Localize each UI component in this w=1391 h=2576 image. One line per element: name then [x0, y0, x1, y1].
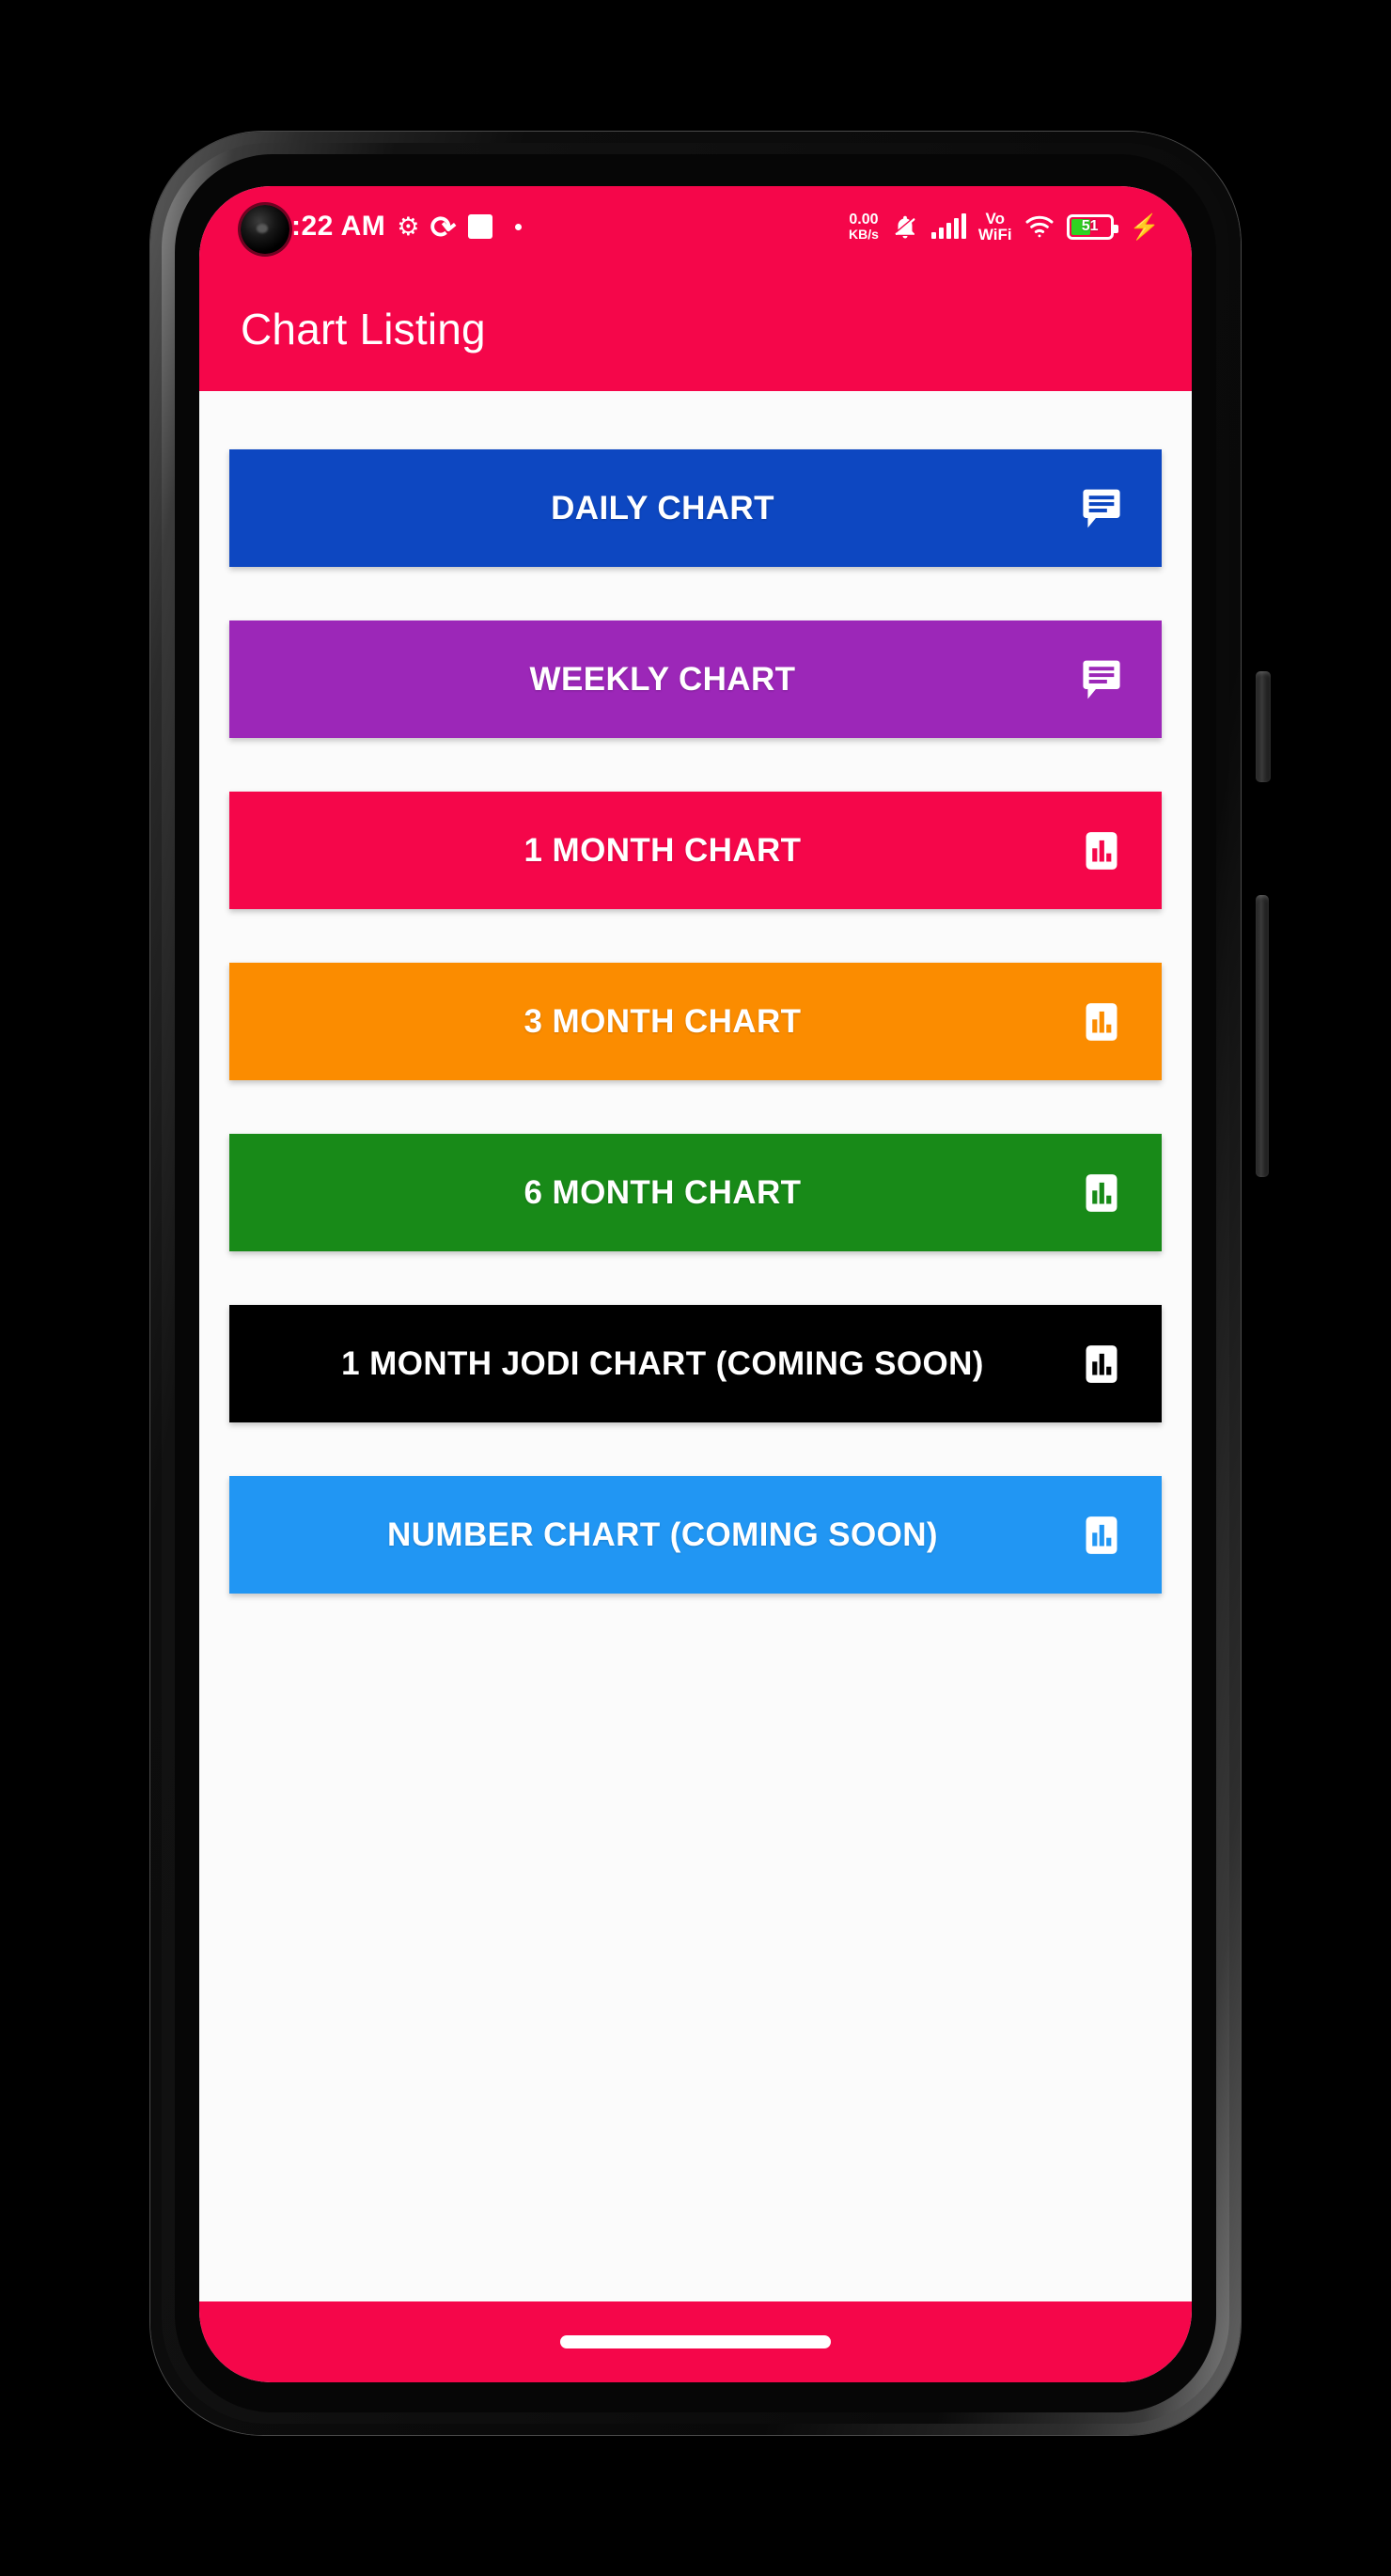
network-speed-value: 0.00 [849, 211, 879, 228]
screenshot-stage: :22 AM ⚙ ⟲ 0.00 KB/s Vo WiFi 51 ⚡ Chart … [0, 0, 1391, 2576]
gear-icon: ⚙ [397, 212, 420, 241]
status-bar-left: :22 AM ⚙ ⟲ [241, 208, 849, 245]
bar-chart-icon [1077, 1169, 1126, 1217]
status-bar: :22 AM ⚙ ⟲ 0.00 KB/s Vo WiFi 51 ⚡ [199, 186, 1192, 267]
signal-bars-icon [930, 213, 966, 239]
phone-screen: :22 AM ⚙ ⟲ 0.00 KB/s Vo WiFi 51 ⚡ Chart … [199, 186, 1192, 2382]
network-speed-indicator: 0.00 KB/s [848, 211, 879, 243]
chart-button-label: WEEKLY CHART [529, 660, 796, 698]
dot-icon [515, 223, 523, 230]
chat-message-icon [1077, 484, 1126, 533]
vowifi-line-1: Vo [985, 209, 1005, 228]
page-title: Chart Listing [241, 305, 486, 353]
wifi-icon [1024, 214, 1055, 239]
power-button[interactable] [1256, 895, 1269, 1177]
chart-button-1[interactable]: WEEKLY CHART [229, 620, 1162, 738]
status-bar-right: 0.00 KB/s Vo WiFi 51 ⚡ [848, 209, 1160, 243]
charging-bolt-icon: ⚡ [1129, 212, 1160, 241]
vowifi-line-2: WiFi [977, 226, 1012, 243]
network-speed-unit: KB/s [848, 227, 879, 243]
chart-button-label: 3 MONTH CHART [524, 1002, 802, 1040]
bar-chart-icon [1077, 826, 1126, 875]
chart-button-0[interactable]: DAILY CHART [229, 449, 1162, 567]
gesture-home-pill[interactable] [560, 2335, 831, 2348]
bar-chart-icon [1077, 1340, 1126, 1389]
bell-mute-icon [891, 212, 919, 241]
square-icon [468, 214, 493, 239]
chart-button-label: 6 MONTH CHART [524, 1173, 802, 1211]
chart-button-label: NUMBER CHART (COMING SOON) [387, 1516, 938, 1553]
volume-button[interactable] [1256, 671, 1271, 782]
chart-button-label: 1 MONTH JODI CHART (COMING SOON) [341, 1344, 984, 1382]
bar-chart-icon [1077, 997, 1126, 1046]
chart-button-5[interactable]: 1 MONTH JODI CHART (COMING SOON) [229, 1305, 1162, 1422]
chart-button-label: DAILY CHART [551, 489, 774, 526]
front-camera-punch-hole [241, 205, 289, 254]
battery-level-label: 51 [1081, 218, 1099, 234]
app-bar: Chart Listing [199, 267, 1192, 391]
chart-button-list: DAILY CHART WEEKLY CHART 1 MONTH CHART 3 MO… [199, 391, 1192, 2301]
chart-button-3[interactable]: 3 MONTH CHART [229, 963, 1162, 1080]
vowifi-indicator: Vo WiFi [977, 209, 1012, 243]
navigation-bar [199, 2301, 1192, 2382]
chat-message-icon [1077, 655, 1126, 704]
chart-button-label: 1 MONTH CHART [524, 831, 802, 869]
bar-chart-icon [1077, 1511, 1126, 1560]
chart-button-6[interactable]: NUMBER CHART (COMING SOON) [229, 1476, 1162, 1594]
swirl-icon: ⟲ [429, 208, 459, 245]
chart-button-2[interactable]: 1 MONTH CHART [229, 792, 1162, 909]
battery-icon: 51 [1066, 213, 1118, 240]
chart-button-4[interactable]: 6 MONTH CHART [229, 1134, 1162, 1251]
